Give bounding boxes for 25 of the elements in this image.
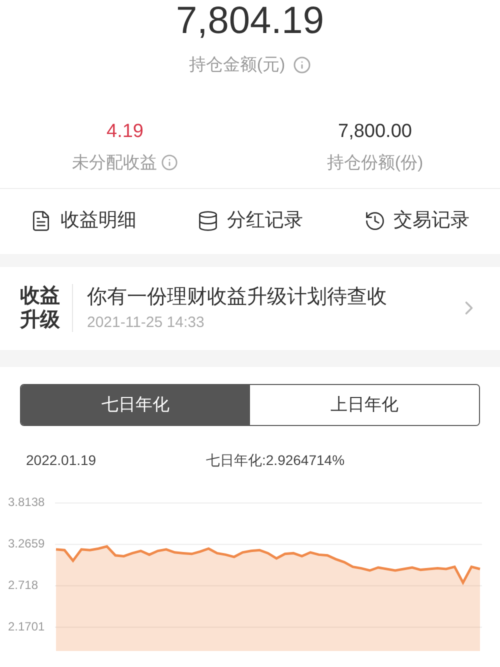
logo-text: 收益 [20,284,60,308]
clock-icon [364,210,386,232]
info-icon[interactable] [293,56,312,74]
tab[interactable]: 七日年化 [21,384,250,424]
notice-card[interactable]: 收益 升级 你有一份理财收益升级计划待查收 2021-11-25 14:33 [0,266,500,350]
stat-value: 7,800.00 [338,120,412,144]
stat-label: 持仓份额(份) [326,152,424,174]
holding-amount: 7,804.19 [176,2,324,40]
axis-label: 2.718 [8,577,38,592]
notice-title: 你有一份理财收益升级计划待查收 [87,284,388,310]
notice-time: 2021-11-25 14:33 [87,312,206,333]
coin-stack-icon [197,210,219,232]
logo-text: 升级 [20,308,60,332]
chart-reading: 七日年化:2.9264714% [206,450,345,470]
info-icon[interactable] [161,154,178,172]
action-button[interactable]: 收益明细 [0,206,167,236]
chart-date: 2022.01.19 [26,450,98,470]
action-button[interactable]: 分红记录 [166,206,334,236]
stat-value: 4.19 [106,120,144,144]
axis-label: 3.8138 [8,494,45,509]
action-button[interactable]: 交易记录 [333,206,500,236]
axis-label: 2.1701 [8,618,45,633]
holding-label: 持仓金额(元) [188,54,286,76]
axis-label: 3.2659 [8,536,45,550]
stat-label: 未分配收益 [72,152,157,174]
